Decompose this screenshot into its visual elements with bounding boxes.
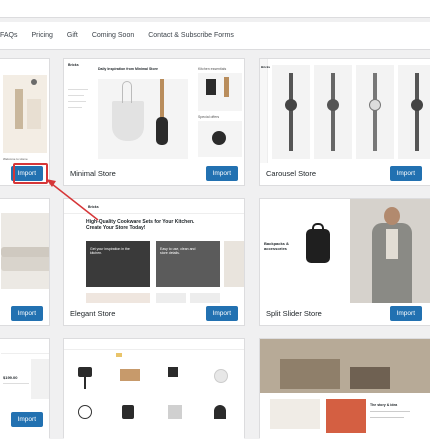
template-card-minimal-store: Bricks Daily Inspiration from Minimal St… xyxy=(63,58,245,186)
category-filter-bar: FAQs Pricing Gift Coming Soon Contact & … xyxy=(0,22,430,50)
import-button[interactable]: Import xyxy=(10,305,43,321)
thumb-price: $199.00 xyxy=(3,375,18,380)
thumb-brand: Bricks xyxy=(261,65,271,69)
card-footer: Carousel Store Import xyxy=(260,161,428,185)
card-footer: Import xyxy=(0,301,49,325)
thumb-brand: Bricks xyxy=(68,63,79,67)
thumb-box-text-1: Get your inspiration in the kitchen. xyxy=(90,247,130,255)
thumb-headline: Backpacks & accessories xyxy=(264,241,289,251)
card-title: Minimal Store xyxy=(70,168,116,178)
thumb-side-label-1: Kitchen essentials xyxy=(198,67,227,71)
template-thumbnail: Bricks High-Quality Cookware Sets for Yo… xyxy=(64,199,244,303)
template-card-elegant-store: Bricks High-Quality Cookware Sets for Yo… xyxy=(63,198,245,326)
import-button[interactable]: Import xyxy=(389,165,422,181)
thumb-text: The story & idea xyxy=(370,403,398,407)
card-footer: Import xyxy=(0,407,49,431)
template-card-carousel-store: Bricks Carousel Store Import xyxy=(259,58,430,186)
card-footer: Split Slider Store Import xyxy=(260,301,428,325)
import-button[interactable]: Import xyxy=(389,305,422,321)
filter-contact-subscribe[interactable]: Contact & Subscribe Forms xyxy=(148,32,234,39)
thumb-headline: High-Quality Cookware Sets for Your Kitc… xyxy=(86,219,195,231)
filter-gift[interactable]: Gift xyxy=(67,32,78,39)
template-thumbnail: Welcome to Home xyxy=(0,59,49,163)
card-footer: Minimal Store Import xyxy=(64,161,244,185)
thumb-headline: Daily Inspiration from Minimal Store xyxy=(98,67,158,71)
template-card-7: $199.00 Import xyxy=(0,338,50,439)
thumb-brand: Bricks xyxy=(88,205,99,209)
template-thumbnail xyxy=(0,199,49,303)
search-area xyxy=(0,0,430,18)
thumb-side-label-2: Special offers xyxy=(198,115,220,119)
template-thumbnail xyxy=(64,339,244,439)
template-thumbnail: Bricks Daily Inspiration from Minimal St… xyxy=(64,59,244,163)
template-card-8 xyxy=(63,338,245,439)
template-thumbnail: Bricks xyxy=(260,59,430,163)
card-title: Elegant Store xyxy=(70,308,116,318)
template-thumbnail: Backpacks & accessories xyxy=(260,199,430,303)
template-thumbnail: The story & idea xyxy=(260,339,430,439)
import-button[interactable]: Import xyxy=(10,411,43,427)
import-button[interactable]: Import xyxy=(205,305,238,321)
filter-coming-soon[interactable]: Coming Soon xyxy=(92,32,134,39)
template-card-split-slider-store: Backpacks & accessories Split Slider Sto… xyxy=(259,198,430,326)
card-title: Carousel Store xyxy=(266,168,317,178)
template-card-4: Import xyxy=(0,198,50,326)
card-footer: Elegant Store Import xyxy=(64,301,244,325)
top-bar xyxy=(0,0,430,22)
filter-faqs[interactable]: FAQs xyxy=(0,32,18,39)
template-card-9: The story & idea xyxy=(259,338,430,439)
highlight-box xyxy=(13,163,48,184)
filter-pricing[interactable]: Pricing xyxy=(32,32,53,39)
thumb-box-text-2: Easy to use, clean and store details. xyxy=(160,247,196,255)
import-button[interactable]: Import xyxy=(205,165,238,181)
card-title: Split Slider Store xyxy=(266,308,322,318)
